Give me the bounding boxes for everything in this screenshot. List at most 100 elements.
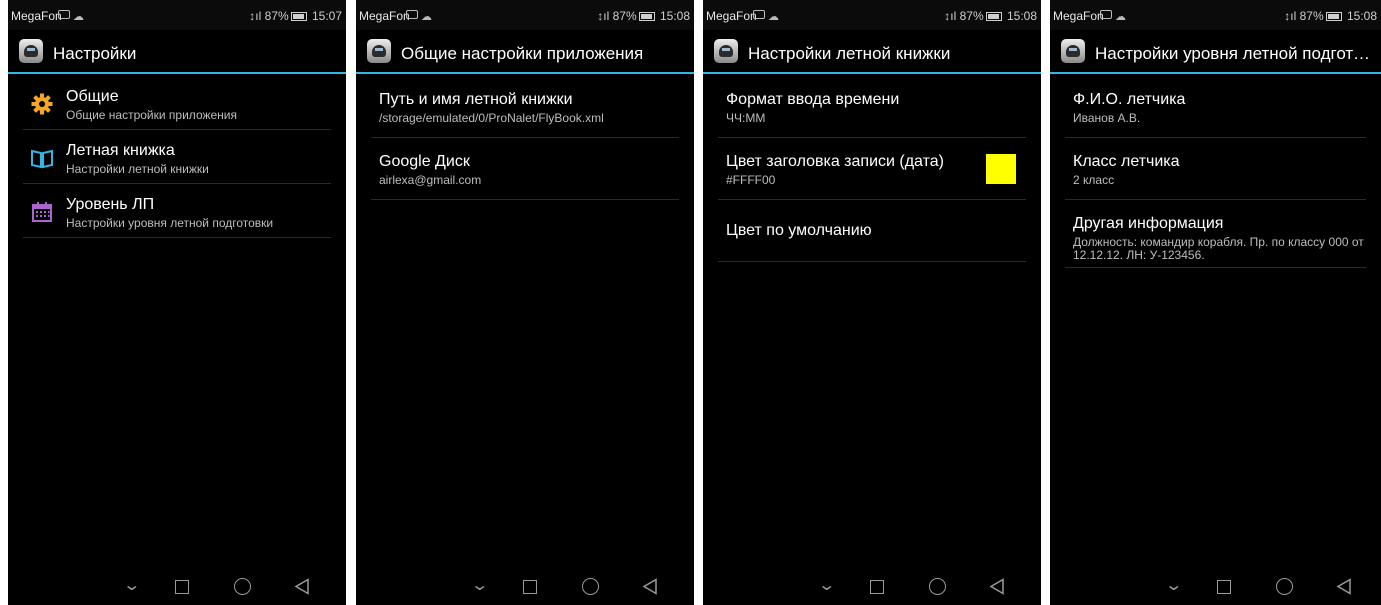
navigation-bar: ⌄	[1050, 569, 1381, 605]
book-icon	[31, 149, 53, 169]
back-button[interactable]	[1336, 578, 1352, 595]
clock: 15:08	[1006, 9, 1037, 23]
cloud-icon: ☁	[421, 11, 432, 23]
back-button[interactable]	[642, 578, 658, 595]
navigation-bar: ⌄	[703, 569, 1041, 605]
cloud-icon: ☁	[1115, 11, 1126, 23]
item-title: Цвет заголовка записи (дата)	[726, 153, 944, 170]
home-button[interactable]	[929, 578, 946, 595]
status-bar: MegaFon ☁ ↕ıl 87% 15:08	[356, 0, 694, 30]
setting-default-color[interactable]: Цвет по умолчанию	[718, 200, 1026, 262]
app-icon[interactable]	[19, 39, 43, 63]
action-bar: Общие настройки приложения	[356, 30, 694, 74]
battery-icon	[638, 12, 655, 21]
chevron-down-icon[interactable]: ⌄	[470, 575, 489, 595]
sim-icon	[58, 10, 70, 19]
signal-icon: ↕ıl	[944, 9, 957, 23]
color-swatch[interactable]	[986, 154, 1016, 184]
battery-icon	[290, 12, 307, 21]
item-subtitle: Настройки летной книжки	[66, 162, 209, 176]
home-button[interactable]	[582, 578, 599, 595]
app-icon[interactable]	[714, 39, 738, 63]
setting-time-format[interactable]: Формат ввода времени ЧЧ:ММ	[718, 76, 1026, 138]
clock: 15:08	[659, 9, 690, 23]
navigation-bar: ⌄	[8, 569, 346, 605]
item-title: Google Диск	[379, 153, 470, 170]
item-subtitle: airlexa@gmail.com	[379, 173, 482, 187]
settings-item-training-level[interactable]: Уровень ЛП Настройки уровня летной подго…	[23, 184, 331, 238]
battery-icon	[985, 12, 1002, 21]
setting-pilot-name[interactable]: Ф.И.О. летчика Иванов А.В.	[1065, 76, 1366, 138]
chevron-down-icon[interactable]: ⌄	[1164, 575, 1183, 595]
app-icon[interactable]	[367, 39, 391, 63]
battery-icon	[1325, 12, 1342, 21]
item-subtitle: Настройки уровня летной подготовки	[66, 216, 274, 230]
item-subtitle: 2 класс	[1073, 173, 1115, 187]
gear-icon	[31, 93, 53, 115]
item-title: Путь и имя летной книжки	[379, 91, 573, 108]
carrier-name: MegaFon	[706, 9, 757, 23]
item-subtitle: Иванов А.В.	[1073, 111, 1141, 125]
general-settings-screen: MegaFon ☁ ↕ıl 87% 15:08 Общие настройки …	[356, 0, 694, 605]
sim-icon	[753, 10, 765, 19]
chevron-down-icon[interactable]: ⌄	[122, 575, 141, 595]
battery-percent: 87%	[959, 9, 984, 23]
page-title: Настройки уровня летной подготовки	[1095, 44, 1377, 63]
status-right: ↕ıl 87% 15:08	[944, 9, 1037, 23]
home-button[interactable]	[1276, 578, 1293, 595]
status-bar: MegaFon ☁ ↕ıl 87% 15:08	[703, 0, 1041, 30]
page-title: Общие настройки приложения	[401, 44, 644, 63]
app-icon[interactable]	[1061, 39, 1085, 63]
cloud-icon: ☁	[73, 11, 84, 23]
recents-button[interactable]	[523, 580, 537, 594]
status-bar: MegaFon ☁ ↕ıl 87% 15:08	[1050, 0, 1381, 30]
item-title: Класс летчика	[1073, 153, 1180, 170]
carrier-name: MegaFon	[11, 9, 62, 23]
item-title: Цвет по умолчанию	[726, 222, 872, 239]
action-bar: Настройки летной книжки	[703, 30, 1041, 74]
item-subtitle: #FFFF00	[726, 173, 776, 187]
back-button[interactable]	[294, 578, 310, 595]
status-right: ↕ıl 87% 15:08	[597, 9, 690, 23]
action-bar: Настройки уровня летной подготовки	[1050, 30, 1381, 74]
carrier-name: MegaFon	[1053, 9, 1104, 23]
item-title: Уровень ЛП	[66, 196, 155, 213]
settings-item-general[interactable]: Общие Общие настройки приложения	[23, 76, 331, 130]
settings-item-logbook[interactable]: Летная книжка Настройки летной книжки	[23, 130, 331, 184]
setting-logbook-path[interactable]: Путь и имя летной книжки /storage/emulat…	[371, 76, 679, 138]
signal-icon: ↕ıl	[597, 9, 610, 23]
calendar-icon	[32, 202, 52, 222]
navigation-bar: ⌄	[356, 569, 694, 605]
settings-list: Ф.И.О. летчика Иванов А.В. Класс летчика…	[1065, 76, 1366, 268]
setting-google-drive[interactable]: Google Диск airlexa@gmail.com	[371, 138, 679, 200]
settings-list: Путь и имя летной книжки /storage/emulat…	[371, 76, 679, 200]
chevron-down-icon[interactable]: ⌄	[817, 575, 836, 595]
training-level-settings-screen: MegaFon ☁ ↕ıl 87% 15:08 Настройки уровня…	[1050, 0, 1381, 605]
status-right: ↕ıl 87% 15:08	[1284, 9, 1377, 23]
signal-icon: ↕ıl	[249, 9, 262, 23]
battery-percent: 87%	[612, 9, 637, 23]
recents-button[interactable]	[870, 580, 884, 594]
status-bar: MegaFon ☁ ↕ıl 87% 15:07	[8, 0, 346, 30]
recents-button[interactable]	[175, 580, 189, 594]
item-title: Общие	[66, 88, 119, 105]
setting-other-info[interactable]: Другая информация Должность: командир ко…	[1065, 200, 1366, 268]
item-title: Формат ввода времени	[726, 91, 900, 108]
home-button[interactable]	[234, 578, 251, 595]
page-title: Настройки летной книжки	[748, 44, 951, 63]
item-subtitle: /storage/emulated/0/ProNalet/FlyBook.xml	[379, 111, 604, 125]
sim-icon	[1100, 10, 1112, 19]
item-title: Ф.И.О. летчика	[1073, 91, 1186, 108]
logbook-settings-screen: MegaFon ☁ ↕ıl 87% 15:08 Настройки летной…	[703, 0, 1041, 605]
sim-icon	[406, 10, 418, 19]
cloud-icon: ☁	[768, 11, 779, 23]
setting-pilot-class[interactable]: Класс летчика 2 класс	[1065, 138, 1366, 200]
recents-button[interactable]	[1217, 580, 1231, 594]
item-subtitle: Общие настройки приложения	[66, 108, 238, 122]
settings-list: Формат ввода времени ЧЧ:ММ Цвет заголовк…	[718, 76, 1026, 262]
clock: 15:08	[1346, 9, 1377, 23]
back-button[interactable]	[989, 578, 1005, 595]
setting-header-color[interactable]: Цвет заголовка записи (дата) #FFFF00	[718, 138, 1026, 200]
signal-icon: ↕ıl	[1284, 9, 1297, 23]
page-title: Настройки	[53, 44, 137, 63]
